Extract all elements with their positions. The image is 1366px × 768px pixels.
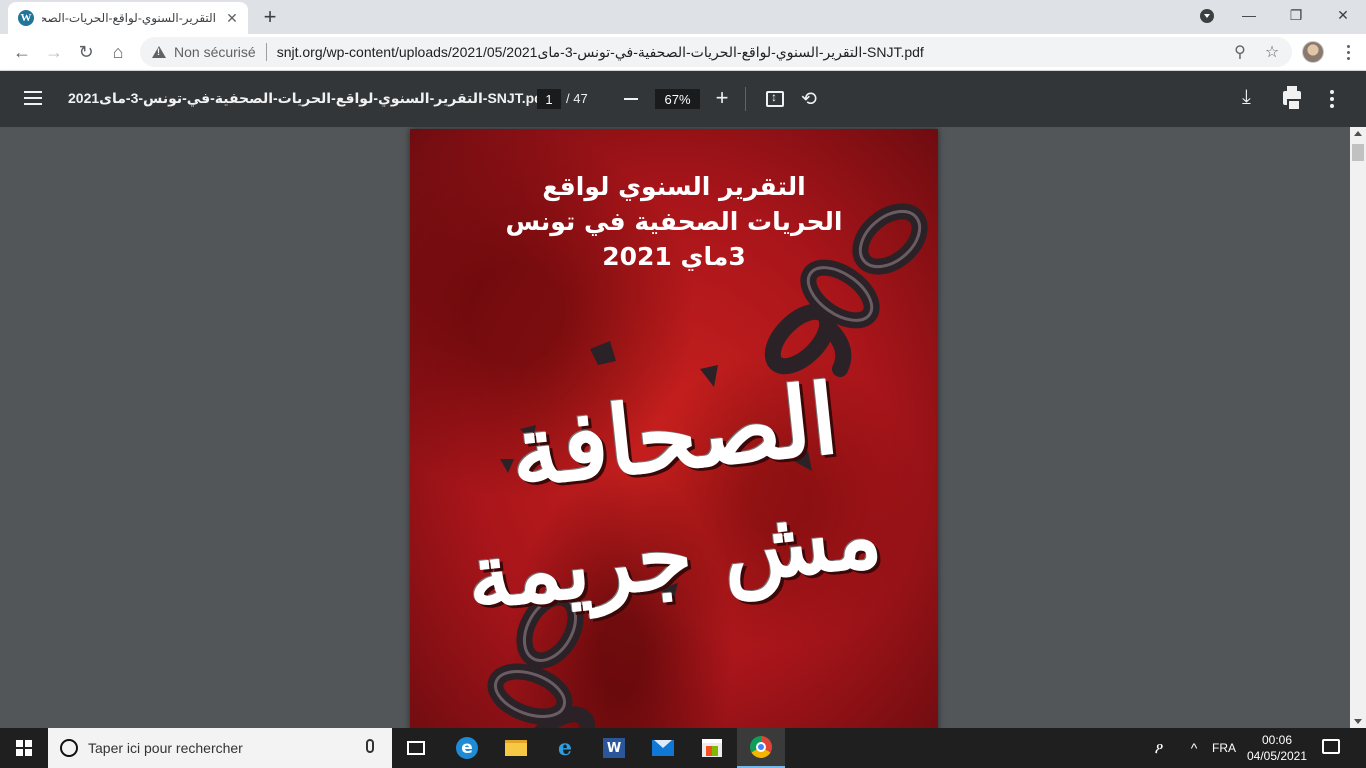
- start-button[interactable]: [0, 728, 48, 768]
- language-indicator[interactable]: FRA: [1208, 728, 1240, 768]
- mail-app[interactable]: [639, 728, 687, 768]
- minimize-button[interactable]: —: [1226, 0, 1272, 30]
- vertical-scrollbar[interactable]: [1350, 127, 1366, 728]
- zoom-input[interactable]: 67%: [655, 89, 700, 109]
- store-icon: [702, 739, 722, 757]
- clock-time: 00:06: [1261, 733, 1293, 747]
- search-placeholder[interactable]: Taper ici pour rechercher: [88, 740, 243, 756]
- file-explorer-app[interactable]: [492, 728, 540, 768]
- scroll-thumb[interactable]: [1352, 144, 1364, 161]
- home-icon[interactable]: ⌂: [104, 38, 132, 66]
- close-window-button[interactable]: ✕: [1320, 0, 1366, 30]
- pdf-title: 2021التقرير-السنوي-لواقع-الحريات-الصحفية…: [68, 90, 548, 106]
- scroll-up-icon[interactable]: [1354, 131, 1362, 136]
- task-view-icon: [407, 741, 425, 755]
- url-text[interactable]: snjt.org/wp-content/uploads/2021/05/2021…: [277, 44, 924, 61]
- word-icon: W: [603, 738, 625, 758]
- tab-title: التقرير-السنوي-لواقع-الحريات-الصحفية-في-…: [42, 11, 216, 25]
- internet-explorer-icon: e: [558, 735, 572, 761]
- print-icon[interactable]: [1283, 86, 1301, 111]
- cover-heading: التقرير السنوي لواقع الحريات الصحفية في …: [410, 169, 938, 274]
- bookmark-star-icon[interactable]: ☆: [1258, 37, 1286, 67]
- notifications-icon[interactable]: [1322, 739, 1340, 754]
- pdf-page-cover: التقرير السنوي لواقع الحريات الصحفية في …: [410, 129, 938, 728]
- wordpress-favicon-icon: W: [18, 10, 34, 26]
- mail-icon: [652, 740, 674, 756]
- task-view-button[interactable]: [392, 728, 440, 768]
- cover-heading-line: التقرير السنوي لواقع: [542, 172, 806, 201]
- cover-heading-line: 3ماي 2021: [602, 242, 746, 271]
- store-app[interactable]: [688, 728, 736, 768]
- sidebar-menu-icon[interactable]: [24, 91, 42, 105]
- taskbar-search[interactable]: Taper ici pour rechercher: [48, 728, 392, 768]
- download-icon[interactable]: ⤓: [1242, 86, 1251, 109]
- taskbar-clock[interactable]: 00:06 04/05/2021: [1240, 732, 1314, 764]
- zoom-in-icon[interactable]: +: [714, 87, 730, 109]
- folder-icon: [505, 740, 527, 756]
- cover-heading-line: الحريات الصحفية في تونس: [505, 207, 843, 236]
- page-total: / 47: [566, 91, 588, 106]
- clock-date: 04/05/2021: [1246, 749, 1308, 763]
- close-tab-icon[interactable]: ✕: [224, 10, 240, 26]
- browser-menu-icon[interactable]: [1334, 38, 1362, 66]
- show-hidden-icons-icon[interactable]: ^: [1182, 728, 1206, 768]
- rotate-icon[interactable]: ⟲: [801, 88, 817, 111]
- forward-arrow-icon[interactable]: →: [40, 38, 68, 66]
- browser-toolbar: ← → ↻ ⌂ Non sécurisé snjt.org/wp-content…: [0, 34, 1366, 71]
- divider: [265, 43, 267, 61]
- profile-avatar[interactable]: [1302, 41, 1324, 63]
- pdf-document-area[interactable]: التقرير السنوي لواقع الحريات الصحفية في …: [0, 127, 1350, 728]
- people-icon[interactable]: ዖ: [1146, 728, 1172, 768]
- address-bar[interactable]: Non sécurisé snjt.org/wp-content/uploads…: [140, 37, 1292, 67]
- edge-app[interactable]: e: [443, 728, 491, 768]
- page-number-input[interactable]: 1: [537, 89, 561, 109]
- cortana-icon: [60, 739, 78, 757]
- fit-to-page-icon[interactable]: [766, 90, 784, 107]
- browser-tab[interactable]: W التقرير-السنوي-لواقع-الحريات-الصحفية-ف…: [8, 2, 248, 34]
- not-secure-label[interactable]: Non sécurisé: [174, 44, 256, 60]
- more-options-icon[interactable]: [1326, 89, 1338, 109]
- divider: [745, 87, 746, 111]
- zoom-out-icon[interactable]: [624, 98, 638, 100]
- reload-icon[interactable]: ↻: [72, 38, 100, 66]
- windows-logo-icon: [16, 740, 32, 756]
- warning-icon[interactable]: [152, 46, 166, 58]
- microphone-icon[interactable]: [366, 739, 374, 753]
- new-tab-button[interactable]: +: [258, 5, 282, 29]
- chrome-icon: [750, 736, 772, 758]
- back-arrow-icon[interactable]: ←: [8, 38, 36, 66]
- pdf-toolbar: 2021التقرير-السنوي-لواقع-الحريات-الصحفية…: [0, 71, 1366, 127]
- tab-search-icon[interactable]: [1200, 9, 1214, 23]
- restore-button[interactable]: ❐: [1273, 0, 1319, 30]
- windows-taskbar: Taper ici pour rechercher e e W ዖ ^ FRA …: [0, 728, 1366, 768]
- scroll-down-icon[interactable]: [1354, 719, 1362, 724]
- chrome-app[interactable]: [737, 728, 785, 768]
- zoom-icon[interactable]: ⚲: [1226, 37, 1254, 67]
- edge-icon: e: [456, 737, 478, 759]
- word-app[interactable]: W: [590, 728, 638, 768]
- tab-strip: W التقرير-السنوي-لواقع-الحريات-الصحفية-ف…: [0, 0, 1366, 34]
- internet-explorer-app[interactable]: e: [541, 728, 589, 768]
